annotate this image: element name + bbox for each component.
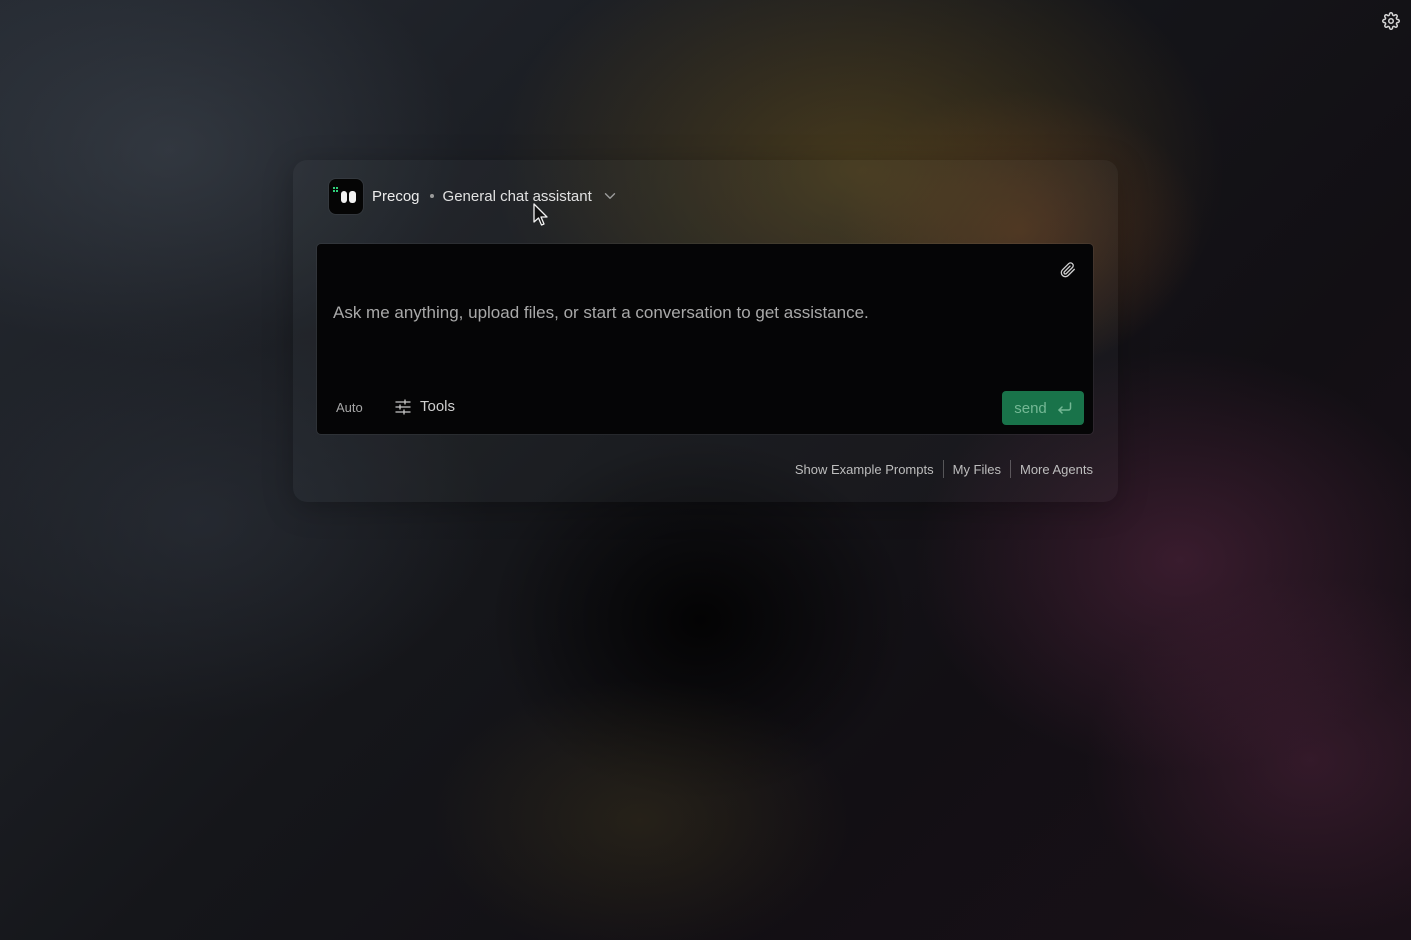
agent-avatar (329, 178, 363, 214)
tools-button[interactable]: Tools (395, 398, 455, 415)
gear-icon (1382, 12, 1400, 30)
chevron-down-icon[interactable] (604, 192, 616, 200)
model-selector[interactable]: Auto (336, 400, 363, 415)
footer-links: Show Example Prompts My Files More Agent… (795, 460, 1093, 478)
agent-selector[interactable]: Precog General chat assistant (329, 178, 616, 214)
show-example-prompts-link[interactable]: Show Example Prompts (795, 462, 934, 477)
message-composer: Auto Tools send (317, 244, 1093, 434)
agent-description: General chat assistant (442, 187, 592, 205)
tools-label: Tools (420, 398, 456, 415)
send-label: send (1014, 399, 1047, 417)
divider (942, 460, 944, 478)
send-button[interactable]: send (1002, 391, 1084, 425)
avatar-dots-icon (333, 186, 338, 193)
separator-dot (429, 194, 434, 198)
avatar-eye-right (349, 190, 356, 203)
sliders-icon (395, 398, 411, 415)
agent-name: Precog (372, 187, 420, 205)
paperclip-icon (1060, 262, 1075, 278)
avatar-eye-left (341, 190, 347, 203)
enter-key-icon (1058, 402, 1072, 414)
settings-button[interactable] (1381, 11, 1401, 31)
message-input[interactable] (333, 300, 1033, 326)
my-files-link[interactable]: My Files (953, 462, 1001, 477)
more-agents-link[interactable]: More Agents (1020, 462, 1093, 477)
divider (1010, 460, 1011, 478)
attach-file-button[interactable] (1059, 261, 1077, 279)
